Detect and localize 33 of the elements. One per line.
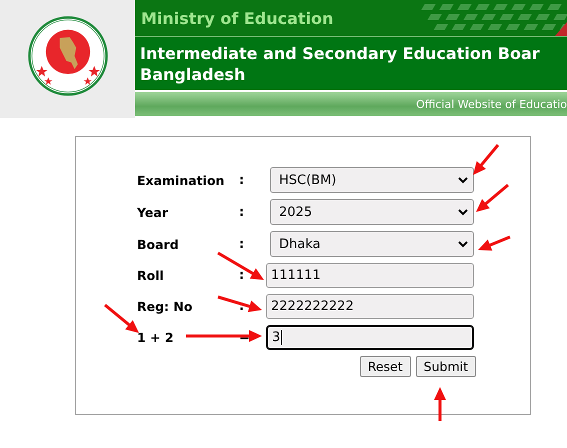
separator: : [239, 172, 246, 188]
board-title: Bangladesh [140, 64, 246, 85]
annotation-arrow [434, 387, 446, 421]
field-label: Reg: No [137, 299, 192, 314]
dropdown-select[interactable]: HSC(BM) [270, 167, 474, 193]
annotation-arrow [473, 144, 500, 175]
annotation-arrow [217, 252, 264, 280]
board-title: Intermediate and Secondary Education Boar [140, 43, 541, 64]
chevron-down-icon [458, 240, 468, 248]
annotation-arrow [476, 184, 509, 212]
field-label: Examination [137, 172, 224, 188]
chevron-down-icon [458, 208, 468, 216]
annotation-arrow [478, 236, 511, 251]
separator: : [239, 236, 246, 252]
dropdown-select[interactable]: Dhaka [270, 231, 474, 257]
input-field[interactable]: 2222222222 [266, 294, 474, 319]
separator: : [239, 268, 246, 283]
annotation-arrow [218, 296, 262, 312]
form-button[interactable]: Reset [360, 356, 411, 377]
field-label: Year [137, 204, 168, 220]
form-button[interactable]: Submit [416, 356, 476, 377]
emblem-icon [26, 15, 108, 97]
field-label: Board [137, 236, 179, 252]
dropdown-select[interactable]: 2025 [270, 199, 474, 225]
tagline: Official Website of Educatio [416, 98, 567, 110]
field-label: 1 + 2 [137, 330, 174, 345]
chevron-down-icon [458, 176, 468, 184]
input-field[interactable]: 3 [266, 325, 474, 350]
annotation-arrow [104, 304, 139, 333]
ministry-title: Ministry of Education [140, 8, 334, 28]
separator: : [239, 204, 246, 220]
input-field[interactable]: 111111 [266, 263, 474, 288]
field-label: Roll [137, 268, 164, 283]
